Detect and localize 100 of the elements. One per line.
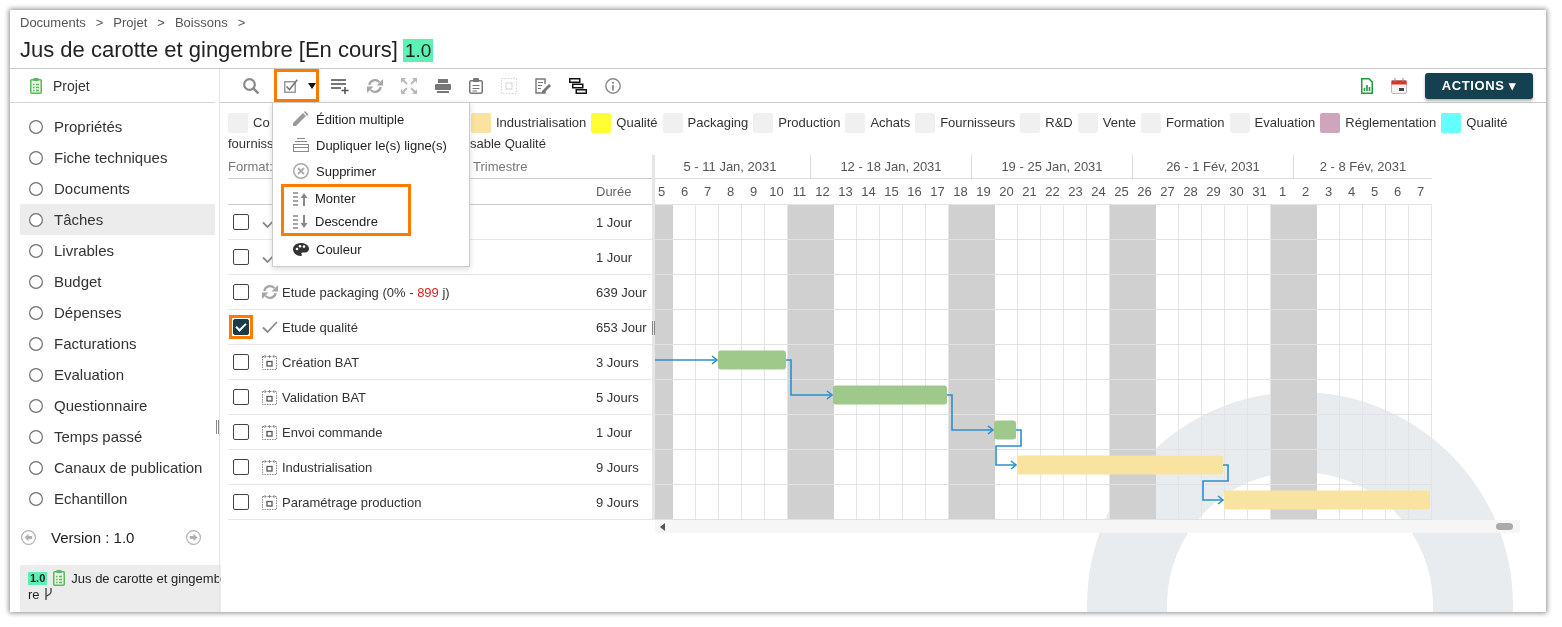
row-checkbox[interactable] [233, 494, 249, 510]
calendar-icon [262, 354, 277, 370]
caret-icon[interactable] [308, 82, 316, 89]
task-duration: 3 Jours [596, 354, 640, 370]
day-label: 31 [1252, 183, 1267, 201]
sidebar-item[interactable]: Documents [20, 173, 215, 204]
sidebar-item[interactable]: Propriétés [20, 111, 215, 142]
day-label: 8 [726, 183, 735, 201]
sidebar-item[interactable]: Tâches [20, 204, 215, 235]
day-label: 7 [1416, 183, 1425, 201]
search-icon[interactable] [243, 77, 259, 94]
row-checkbox[interactable] [233, 354, 249, 370]
task-name[interactable]: Création BAT [282, 354, 596, 370]
clipboard-icon [30, 77, 42, 94]
column-header[interactable]: Durée [596, 184, 652, 199]
sidebar-item[interactable]: Livrables [20, 235, 215, 266]
sidebar-item[interactable]: Evaluation [20, 359, 215, 390]
document-pencil-icon[interactable] [535, 77, 551, 94]
day-label: 18 [953, 183, 968, 201]
scale-option[interactable]: Trimestre [473, 159, 528, 174]
legend-label: Industrialisation [496, 115, 587, 131]
version-badge: 1.0 [28, 572, 48, 585]
list-plus-icon[interactable] [331, 77, 349, 94]
actions-button[interactable]: ACTIONS ▾ [1425, 72, 1533, 99]
circled-x-icon [293, 163, 309, 179]
circle-icon [29, 460, 43, 475]
calendar-icon [262, 459, 277, 475]
sidebar-item[interactable]: Canaux de publication [20, 452, 215, 483]
scroll-left-icon[interactable] [660, 522, 665, 531]
circle-icon [29, 336, 43, 351]
day-label: 3 [1324, 183, 1333, 201]
circle-icon [29, 367, 43, 382]
day-label: 19 [976, 183, 991, 201]
task-name[interactable]: Validation BAT [282, 389, 596, 405]
page-title: Jus de carotte et gingembre [En cours] [20, 37, 398, 63]
calendar-icon [262, 424, 277, 440]
circle-icon [29, 491, 43, 506]
spreadsheet-chart-icon[interactable] [1361, 77, 1373, 94]
checkbox-icon[interactable] [284, 78, 298, 93]
day-label: 13 [838, 183, 853, 201]
stacked-trays-icon [293, 138, 309, 152]
legend-label: Packaging [687, 115, 749, 131]
day-label: 4 [1347, 183, 1356, 201]
horizontal-scrollbar[interactable] [655, 520, 1520, 533]
task-duration: 653 Jour [596, 319, 648, 335]
day-label: 12 [815, 183, 830, 201]
clipboard-icon [53, 570, 66, 586]
menu-item[interactable]: Couleur [273, 236, 469, 262]
refresh-icon [262, 284, 278, 300]
sidebar-item[interactable]: Questionnaire [20, 390, 215, 421]
task-name[interactable]: Industrialisation [282, 459, 596, 475]
menu-item[interactable]: Édition multiple [273, 106, 469, 132]
task-name[interactable]: Paramétrage production [282, 494, 596, 510]
breadcrumb-separator: > [157, 15, 165, 31]
task-duration: 1 Jour [596, 214, 634, 230]
document-link[interactable]: 1.0 Jus de carotte et gingembre [20, 565, 221, 612]
scale-label: Format: [228, 159, 273, 174]
legend-label: Qualité [1466, 115, 1508, 131]
row-checkbox[interactable] [233, 249, 249, 265]
sidebar-item[interactable]: Dépenses [20, 297, 215, 328]
sidebar-item[interactable]: Fiche techniques [20, 142, 215, 173]
row-checkbox[interactable] [233, 424, 249, 440]
printer-icon[interactable] [435, 78, 451, 93]
day-label: 21 [1022, 183, 1037, 201]
day-label: 2 [1301, 183, 1310, 201]
info-icon[interactable] [605, 77, 621, 94]
sidebar-item[interactable]: Echantillon [20, 483, 215, 514]
legend-label: Fournisseurs [940, 115, 1016, 131]
task-name[interactable]: Etude packaging (0% - 899 j) [282, 284, 596, 300]
row-checkbox[interactable] [233, 459, 249, 475]
stepped-bars-icon[interactable] [569, 77, 587, 94]
sidebar-item[interactable]: Budget [20, 266, 215, 297]
calendar-icon[interactable] [1391, 77, 1407, 94]
scrollbar-thumb[interactable] [1496, 523, 1513, 530]
menu-item[interactable]: Dupliquer le(s) ligne(s) [273, 132, 469, 158]
day-label: 15 [884, 183, 899, 201]
row-checkbox[interactable] [233, 214, 249, 230]
row-checkbox[interactable] [233, 284, 249, 300]
legend-label: sable Qualité [470, 136, 546, 151]
sidebar-item[interactable]: Temps passé [20, 421, 215, 452]
menu-item[interactable]: Supprimer [273, 158, 469, 184]
task-name[interactable]: Etude qualité [282, 319, 596, 335]
day-label: 30 [1229, 183, 1244, 201]
breadcrumb-link[interactable]: Boissons [174, 15, 228, 31]
task-name[interactable]: Envoi commande [282, 424, 596, 440]
refresh-icon[interactable] [367, 77, 383, 94]
legend-label: Achats [870, 115, 911, 131]
day-label: 16 [907, 183, 922, 201]
resize-grip-icon[interactable] [215, 420, 219, 434]
legend-label: R&D [1045, 115, 1073, 131]
row-checkbox[interactable] [233, 389, 249, 405]
menu-item[interactable]: Descendre [284, 210, 408, 233]
clipboard-icon[interactable] [469, 77, 483, 94]
sidebar-item[interactable]: Facturations [20, 328, 215, 359]
week-label: 5 - 11 Jan, 2031 [683, 159, 777, 174]
menu-item[interactable]: Monter [284, 187, 408, 210]
circle-icon [29, 150, 43, 165]
breadcrumb-link[interactable]: Documents [20, 15, 86, 31]
breadcrumb-link[interactable]: Projet [113, 15, 148, 31]
resize-grip-icon[interactable] [652, 321, 655, 335]
